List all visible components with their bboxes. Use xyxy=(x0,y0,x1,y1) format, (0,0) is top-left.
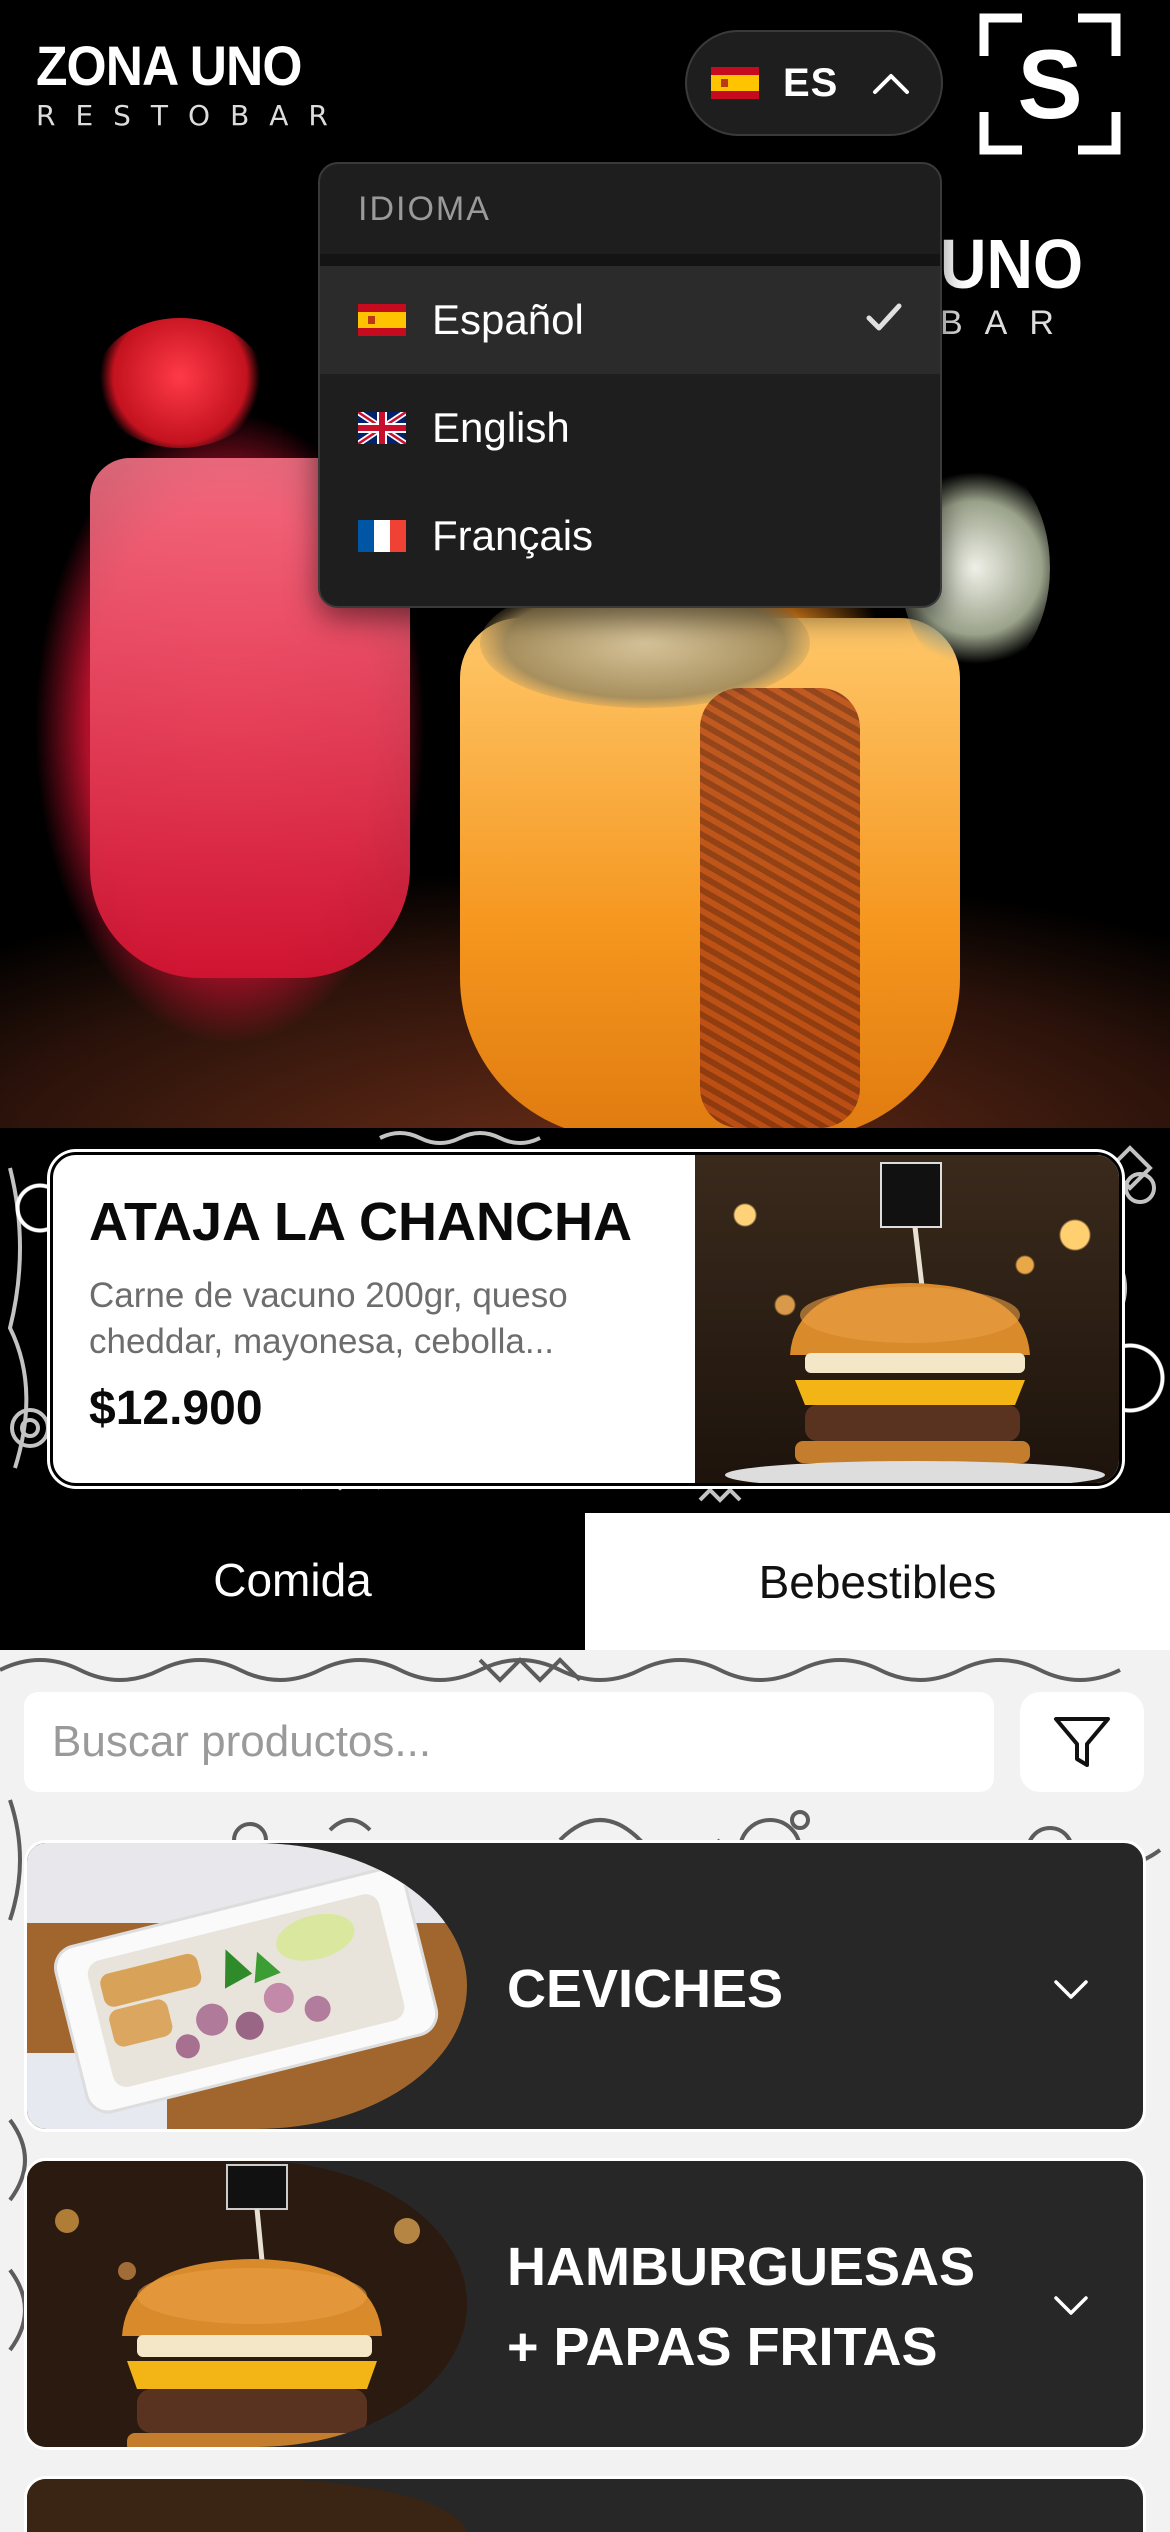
checkmark-icon xyxy=(866,303,902,331)
tab-bebestibles[interactable]: Bebestibles xyxy=(585,1510,1170,1650)
language-option-label: Français xyxy=(432,512,594,559)
france-flag-icon xyxy=(358,520,406,552)
ceviche-plate-illustration xyxy=(27,1843,467,2129)
logo-main-text: ZONA UNO xyxy=(36,34,302,97)
language-selector-button[interactable]: ES xyxy=(685,30,943,136)
category-image-partial xyxy=(27,2479,467,2532)
category-title-hamburguesas: HAMBURGUESAS + PAPAS FRITAS xyxy=(507,2227,975,2387)
language-option-english[interactable]: English xyxy=(320,374,940,482)
burger-illustration xyxy=(725,1162,1105,1483)
featured-product-price: $12.900 xyxy=(89,1382,263,1435)
uk-flag-icon xyxy=(358,412,406,444)
logo-sub-text: RESTOBAR xyxy=(36,99,348,132)
filter-funnel-icon xyxy=(1054,1717,1110,1767)
wall-sign-sub: BAR xyxy=(940,304,1076,342)
category-title-ceviches: CEVICHES xyxy=(507,1949,783,2029)
menu-tabs: Comida Bebestibles xyxy=(0,1510,1170,1650)
spain-flag-icon xyxy=(711,67,759,99)
language-option-label: English xyxy=(432,404,570,451)
burger-illustration xyxy=(27,2161,467,2447)
featured-product-description: Carne de vacuno 200gr, queso cheddar, ma… xyxy=(89,1276,568,1361)
category-card-partial[interactable] xyxy=(24,2476,1146,2532)
category-title-line: CEVICHES xyxy=(507,1959,784,2019)
spice-rim xyxy=(700,688,860,1128)
top-bar: ZONA UNO RESTOBAR ES S xyxy=(0,0,1170,168)
language-option-espanol[interactable]: Español xyxy=(320,266,940,374)
category-image-hamburguesas xyxy=(27,2161,467,2447)
menu-list-area: CEVICHES HAMBURGUESAS xyxy=(0,1650,1170,2532)
wall-sign-main: UNO xyxy=(940,225,1084,303)
chevron-up-icon xyxy=(873,74,910,94)
featured-product-card[interactable]: ATAJA LA CHANCHA Carne de vacuno 200gr, … xyxy=(50,1152,1122,1486)
featured-product-image xyxy=(695,1155,1119,1483)
chevron-down-icon xyxy=(1054,2296,1088,2315)
restaurant-logo[interactable]: ZONA UNO RESTOBAR xyxy=(36,36,348,134)
category-title-line: HAMBURGUESAS xyxy=(507,2237,976,2297)
language-dropdown: IDIOMA Español English Français xyxy=(318,162,942,608)
featured-product-banner: ATAJA LA CHANCHA Carne de vacuno 200gr, … xyxy=(0,1128,1170,1510)
tab-comida[interactable]: Comida xyxy=(0,1510,585,1650)
brand-scan-icon[interactable]: S xyxy=(978,12,1122,156)
red-flower-garnish xyxy=(95,318,265,448)
wall-sign: UNO BAR xyxy=(940,228,1096,343)
language-code: ES xyxy=(783,60,839,105)
filter-button[interactable] xyxy=(1020,1692,1144,1792)
language-option-label: Español xyxy=(432,296,584,343)
featured-product-title: ATAJA LA CHANCHA xyxy=(89,1192,632,1252)
featured-product-info: ATAJA LA CHANCHA Carne de vacuno 200gr, … xyxy=(89,1191,689,1436)
category-title-line: + PAPAS FRITAS xyxy=(507,2317,938,2377)
category-image-ceviches xyxy=(27,1843,467,2129)
language-option-francais[interactable]: Français xyxy=(320,482,940,590)
brand-icon-letter: S xyxy=(1017,29,1082,139)
search-bar xyxy=(24,1692,994,1792)
chevron-down-icon xyxy=(1054,1980,1088,1999)
category-ceviches[interactable]: CEVICHES xyxy=(24,1840,1146,2132)
dropdown-heading: IDIOMA xyxy=(320,164,940,266)
category-hamburguesas[interactable]: HAMBURGUESAS + PAPAS FRITAS xyxy=(24,2158,1146,2450)
search-input[interactable] xyxy=(52,1717,994,1767)
spain-flag-icon xyxy=(358,304,406,336)
